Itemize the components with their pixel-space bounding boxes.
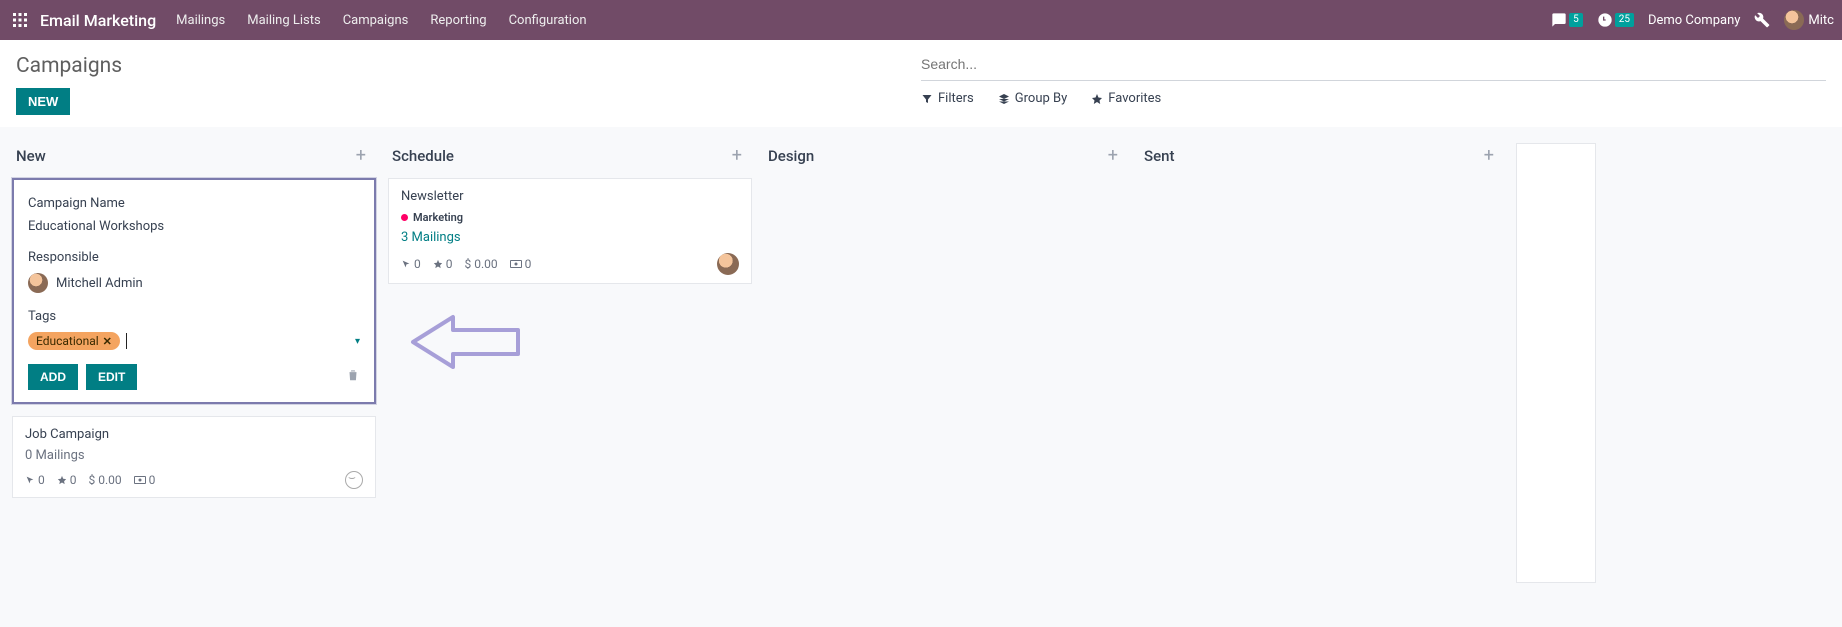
user-menu[interactable]: Mitc xyxy=(1784,10,1834,30)
card-mailings: 0 Mailings xyxy=(25,448,363,463)
stat-revenue: $ 0.00 xyxy=(89,473,122,487)
page-title: Campaigns xyxy=(16,54,921,78)
stat-quotes: 0 xyxy=(510,257,532,271)
apps-icon[interactable] xyxy=(8,8,32,32)
favorites-button[interactable]: Favorites xyxy=(1091,91,1161,106)
filters-button[interactable]: Filters xyxy=(921,91,974,106)
nav-link-reporting[interactable]: Reporting xyxy=(430,13,486,28)
nav-link-campaigns[interactable]: Campaigns xyxy=(343,13,409,28)
card-stats: 0 0 $ 0.00 0 xyxy=(25,473,155,487)
avatar-icon xyxy=(1784,10,1804,30)
column-add-new[interactable]: + xyxy=(350,145,372,166)
annotation-arrow-icon xyxy=(398,302,752,386)
stat-clicks: 0 xyxy=(401,257,421,271)
card-mailings-link[interactable]: 3 Mailings xyxy=(401,230,739,245)
cursor-icon xyxy=(25,475,35,485)
stat-revenue: $ 0.00 xyxy=(465,257,498,271)
qc-label-name: Campaign Name xyxy=(28,196,360,211)
qc-tags-input[interactable]: Educational ✕ ▾ xyxy=(28,332,360,350)
user-short-name: Mitc xyxy=(1808,13,1834,28)
messages-icon[interactable]: 5 xyxy=(1551,12,1583,28)
layers-icon xyxy=(998,93,1010,105)
add-column-placeholder[interactable] xyxy=(1516,143,1596,583)
groupby-label: Group By xyxy=(1015,91,1068,106)
column-title-design[interactable]: Design xyxy=(768,147,814,165)
navbar: Email Marketing Mailings Mailing Lists C… xyxy=(0,0,1842,40)
activities-icon[interactable]: 25 xyxy=(1597,12,1634,28)
card-tag: Marketing xyxy=(401,211,463,224)
nav-link-mailings[interactable]: Mailings xyxy=(176,13,225,28)
column-add-design[interactable]: + xyxy=(1102,145,1124,166)
tag-text: Educational xyxy=(36,334,99,348)
new-button[interactable]: NEW xyxy=(16,88,70,115)
add-button[interactable]: ADD xyxy=(28,364,78,390)
card-title: Job Campaign xyxy=(25,427,363,442)
filter-row: Filters Group By Favorites xyxy=(921,91,1826,106)
column-schedule: Schedule + Newsletter Marketing 3 Mailin… xyxy=(388,139,752,607)
column-add-schedule[interactable]: + xyxy=(726,145,748,166)
nav-links: Mailings Mailing Lists Campaigns Reporti… xyxy=(176,13,586,28)
nav-right: 5 25 Demo Company Mitc xyxy=(1551,10,1834,30)
column-sent: Sent + xyxy=(1140,139,1504,607)
cursor-icon xyxy=(401,259,411,269)
quick-create-card: Campaign Name Educational Workshops Resp… xyxy=(12,178,376,404)
card-title: Newsletter xyxy=(401,189,739,204)
funnel-icon xyxy=(921,93,933,105)
smiley-icon[interactable] xyxy=(345,471,363,489)
debug-icon[interactable] xyxy=(1754,12,1770,28)
messages-badge: 5 xyxy=(1569,13,1583,27)
column-add-sent[interactable]: + xyxy=(1478,145,1500,166)
qc-responsible-input[interactable]: Mitchell Admin xyxy=(28,273,360,293)
money-icon xyxy=(134,475,146,485)
kanban-board: New + Campaign Name Educational Workshop… xyxy=(0,127,1842,627)
edit-button[interactable]: EDIT xyxy=(86,364,137,390)
qc-responsible-value: Mitchell Admin xyxy=(56,276,143,291)
stat-leads: 0 xyxy=(57,473,77,487)
search-row xyxy=(921,48,1826,81)
qc-label-responsible: Responsible xyxy=(28,250,360,265)
nav-link-configuration[interactable]: Configuration xyxy=(509,13,587,28)
qc-campaign-name-input[interactable]: Educational Workshops xyxy=(28,219,360,234)
activities-badge: 25 xyxy=(1615,13,1634,27)
nav-link-mailing-lists[interactable]: Mailing Lists xyxy=(247,13,320,28)
column-title-sent[interactable]: Sent xyxy=(1144,147,1174,165)
stat-clicks: 0 xyxy=(25,473,45,487)
filters-label: Filters xyxy=(938,91,974,106)
avatar-icon xyxy=(28,273,48,293)
search-input[interactable] xyxy=(921,52,1826,76)
column-design: Design + xyxy=(764,139,1128,607)
favorites-label: Favorites xyxy=(1108,91,1161,106)
card-tag-text: Marketing xyxy=(413,211,463,224)
money-icon xyxy=(510,259,522,269)
stat-leads: 0 xyxy=(433,257,453,271)
company-name[interactable]: Demo Company xyxy=(1648,13,1740,28)
kanban-card-newsletter[interactable]: Newsletter Marketing 3 Mailings 0 0 $ 0.… xyxy=(388,178,752,284)
stat-quotes: 0 xyxy=(134,473,156,487)
avatar-icon xyxy=(717,253,739,275)
column-title-new[interactable]: New xyxy=(16,147,46,165)
control-panel: Campaigns NEW Filters Group By Favorites xyxy=(0,40,1842,127)
card-stats: 0 0 $ 0.00 0 xyxy=(401,257,531,271)
star-icon xyxy=(433,259,443,269)
qc-label-tags: Tags xyxy=(28,309,360,324)
chevron-down-icon[interactable]: ▾ xyxy=(355,336,360,347)
tag-remove-icon[interactable]: ✕ xyxy=(103,335,112,348)
star-icon xyxy=(57,475,67,485)
tag-pill: Educational ✕ xyxy=(28,332,120,350)
app-title[interactable]: Email Marketing xyxy=(40,11,156,30)
column-title-schedule[interactable]: Schedule xyxy=(392,147,454,165)
column-new: New + Campaign Name Educational Workshop… xyxy=(12,139,376,607)
star-icon xyxy=(1091,93,1103,105)
trash-icon[interactable] xyxy=(346,368,360,386)
groupby-button[interactable]: Group By xyxy=(998,91,1068,106)
tag-dot-icon xyxy=(401,214,408,221)
kanban-card-job[interactable]: Job Campaign 0 Mailings 0 0 $ 0.00 0 xyxy=(12,416,376,498)
text-cursor xyxy=(126,333,127,349)
